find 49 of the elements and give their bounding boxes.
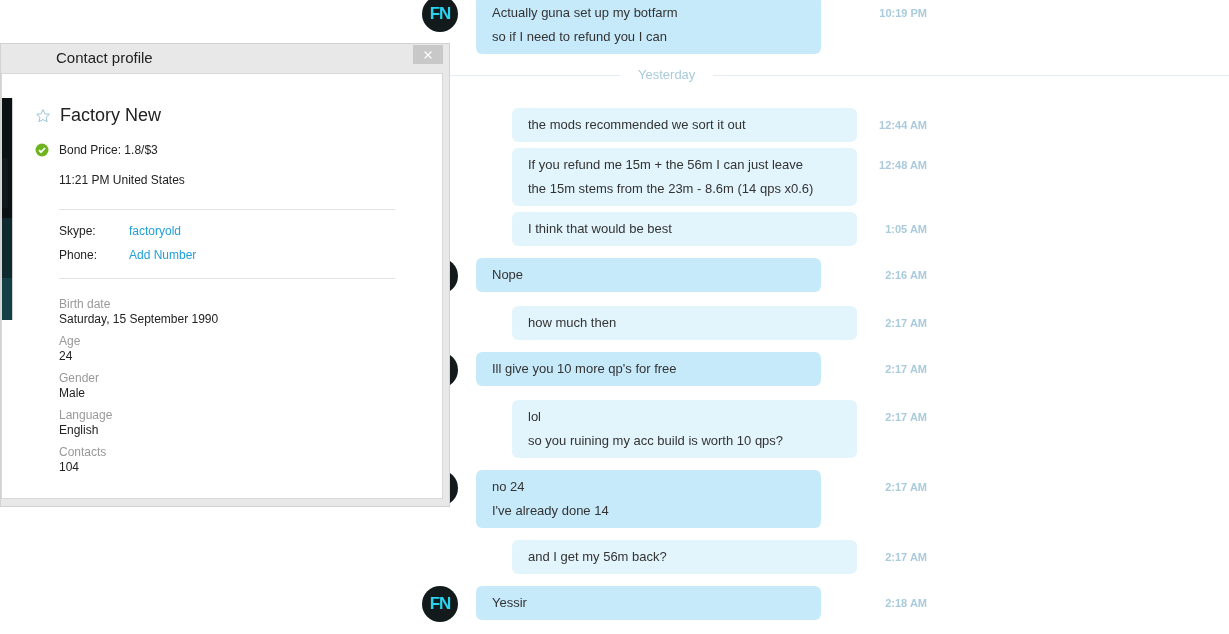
message-time: 2:17 AM xyxy=(885,480,927,495)
dialog-title: Contact profile xyxy=(56,48,153,69)
message-time: 2:16 AM xyxy=(885,268,927,283)
detail-value: Saturday, 15 September 1990 xyxy=(59,312,219,327)
message-text: Yessir xyxy=(492,594,527,612)
detail-label: Contacts xyxy=(59,445,107,460)
message-text: and I get my 56m back? xyxy=(528,548,667,566)
message-text: no 24 xyxy=(492,478,525,496)
date-divider: Yesterday xyxy=(637,66,697,85)
detail-label: Age xyxy=(59,334,81,349)
message-time: 12:48 AM xyxy=(879,158,927,173)
avatar: FN xyxy=(422,0,458,32)
message-text: lol xyxy=(528,408,541,426)
message-time: 1:05 AM xyxy=(885,222,927,237)
contact-link[interactable]: Add Number xyxy=(129,246,197,264)
contact-label: Skype: xyxy=(59,223,97,240)
message-text: If you refund me 15m + the 56m I can just leave xyxy=(528,156,803,174)
message-text: so you ruining my acc build is worth 10 qps? xyxy=(528,432,784,450)
message-time: 2:18 AM xyxy=(885,596,927,611)
contact-name: Factory New xyxy=(60,104,162,127)
message-time: 12:44 AM xyxy=(879,118,927,133)
detail-value: Male xyxy=(59,386,85,401)
star-icon[interactable] xyxy=(35,107,51,124)
message-text: how much then xyxy=(528,314,617,332)
message-text: the mods recommended we sort it out xyxy=(528,116,746,134)
message-text: Actually guna set up my botfarm xyxy=(492,4,678,22)
close-button[interactable] xyxy=(413,45,443,64)
contact-link[interactable]: factoryold xyxy=(129,222,182,240)
detail-label: Language xyxy=(59,408,113,423)
mood-text: Bond Price: 1.8/$3 xyxy=(59,142,158,159)
message-time: 2:17 AM xyxy=(885,316,927,331)
message-text: so if I need to refund you I can xyxy=(492,28,667,46)
message-time: 2:17 AM xyxy=(885,362,927,377)
avatar: FN xyxy=(422,586,458,622)
message-text: I've already done 14 xyxy=(492,502,609,520)
detail-value: 104 xyxy=(59,460,80,475)
detail-label: Gender xyxy=(59,371,100,386)
detail-value: English xyxy=(59,423,99,438)
message-text: the 15m stems from the 23m - 8.6m (14 qps x0.6) xyxy=(528,180,814,198)
contact-label: Phone: xyxy=(59,247,99,264)
local-time: 11:21 PM United States xyxy=(59,173,185,187)
message-text: I think that would be best xyxy=(528,220,672,238)
message-text: Ill give you 10 more qp's for free xyxy=(492,360,677,378)
message-time: 2:17 AM xyxy=(885,410,927,425)
detail-value: 24 xyxy=(59,349,73,364)
message-text: Nope xyxy=(492,266,524,284)
message-time: 10:19 PM xyxy=(879,6,927,21)
message-time: 2:17 AM xyxy=(885,550,927,565)
detail-label: Birth date xyxy=(59,297,111,312)
